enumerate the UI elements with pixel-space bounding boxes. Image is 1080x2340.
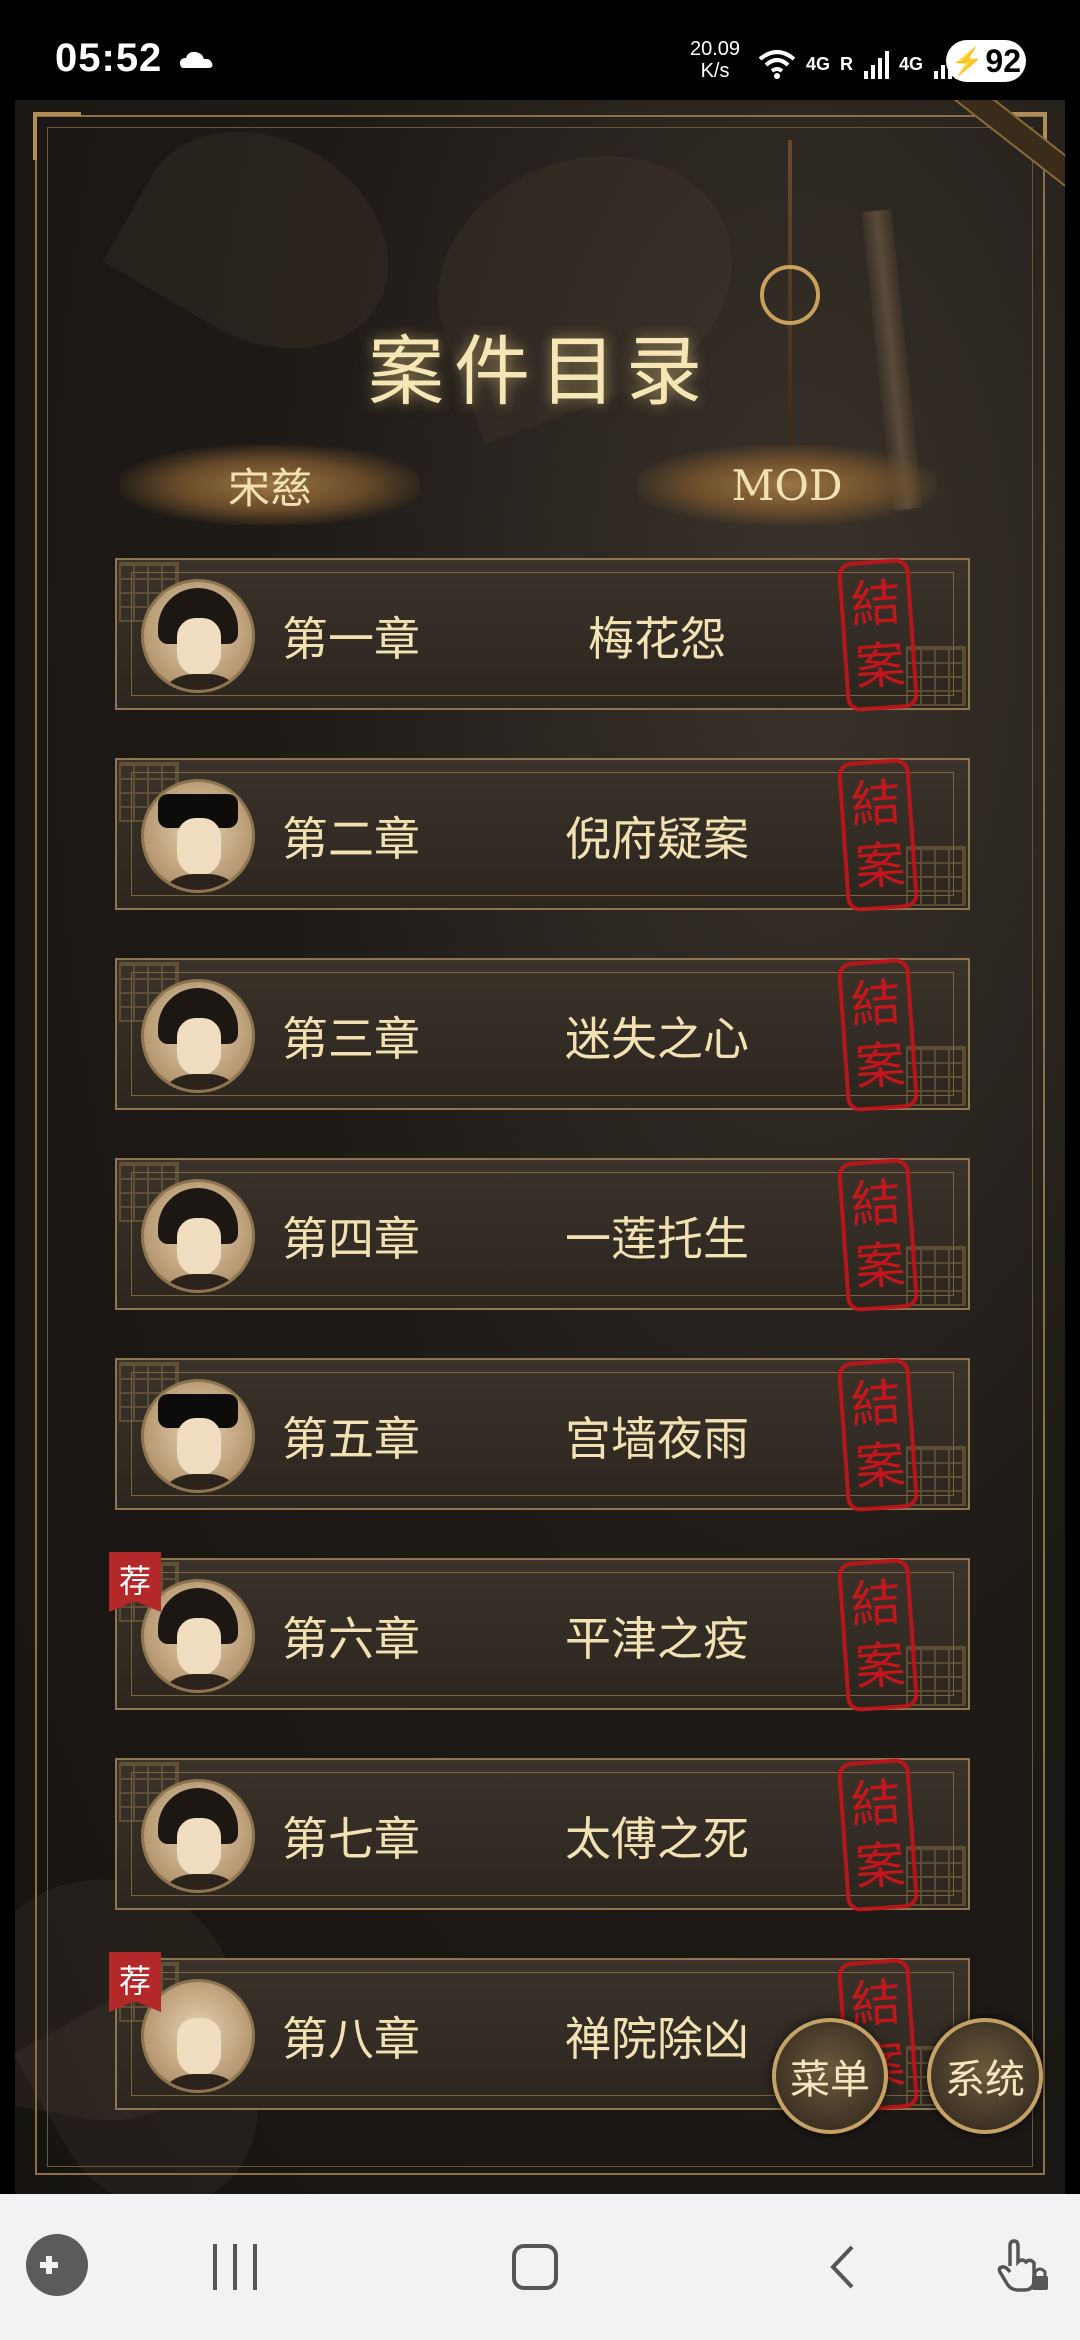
character-portrait [141, 579, 255, 693]
chapter-item[interactable]: 第三章 迷失之心 結案 [115, 957, 970, 1113]
tab-mod[interactable]: MOD [637, 445, 937, 525]
case-catalog-screen: 案件目录 宋慈 MOD 第一章 梅花怨 結案 第二章 倪府疑案 結案 第三章 迷… [15, 100, 1065, 2194]
character-portrait [141, 1179, 255, 1293]
menu-button[interactable]: 菜单 [772, 2018, 888, 2134]
status-bar: 05:52 20.09 K/s 4G R 4G ⚡ 92 [0, 0, 1080, 100]
system-button[interactable]: 系统 [927, 2018, 1043, 2134]
chapter-name: 太傅之死 [565, 1812, 749, 1866]
chapter-name: 一莲托生 [565, 1212, 749, 1266]
signal-indicators: 4G R 4G [758, 44, 960, 84]
chapter-item[interactable]: 第七章 太傅之死 結案 [115, 1757, 970, 1913]
character-portrait [141, 979, 255, 1093]
character-portrait [141, 779, 255, 893]
chapter-number: 第四章 [282, 1212, 420, 1266]
battery-level: 92 [985, 42, 1021, 79]
chapter-name: 禅院除凶 [565, 2012, 749, 2066]
case-closed-stamp: 結案 [836, 757, 920, 913]
page-title: 案件目录 [368, 327, 712, 416]
network-type-2: 4G [899, 53, 924, 74]
chapter-item[interactable]: 第一章 梅花怨 結案 [115, 557, 970, 713]
chapter-item[interactable]: 荐 第六章 平津之疫 結案 [109, 1552, 970, 1713]
chapter-name: 平津之疫 [565, 1612, 749, 1666]
character-portrait [141, 1779, 255, 1893]
chapter-item[interactable]: 第四章 一莲托生 結案 [115, 1157, 970, 1313]
back-button[interactable] [828, 2244, 856, 2290]
case-closed-stamp: 結案 [836, 1757, 920, 1913]
chapter-name: 倪府疑案 [565, 812, 749, 866]
chapter-number: 第三章 [282, 1012, 420, 1066]
chapter-number: 第六章 [282, 1612, 420, 1666]
chapter-number: 第八章 [282, 2012, 420, 2066]
chapter-name: 迷失之心 [565, 1012, 749, 1066]
network-type-1: 4G [806, 53, 831, 74]
case-closed-stamp: 結案 [836, 557, 920, 713]
signal-bars-icon [864, 51, 890, 79]
touch-lock-icon[interactable] [992, 2236, 1052, 2296]
network-speed: 20.09 K/s [690, 38, 741, 82]
frame-corner [33, 112, 81, 160]
wifi-icon [758, 50, 796, 79]
case-closed-stamp: 結案 [836, 1357, 920, 1513]
clock: 05:52 [55, 36, 163, 80]
chapter-number: 第二章 [282, 812, 420, 866]
roaming-indicator: R [840, 53, 854, 74]
charging-icon: ⚡ [951, 45, 984, 76]
chapter-number: 第七章 [282, 1812, 420, 1866]
game-tools-icon[interactable] [26, 2234, 96, 2311]
character-portrait [141, 1379, 255, 1493]
tab-songci[interactable]: 宋慈 [120, 445, 420, 525]
chapter-name: 梅花怨 [588, 612, 726, 666]
case-closed-stamp: 結案 [836, 1557, 920, 1713]
navigation-bar [0, 2194, 1080, 2340]
chapter-name: 宫墙夜雨 [565, 1412, 749, 1466]
case-closed-stamp: 結案 [836, 1157, 920, 1313]
case-closed-stamp: 結案 [836, 957, 920, 1113]
chapter-number: 第五章 [282, 1412, 420, 1466]
chapter-item[interactable]: 第五章 宫墙夜雨 結案 [115, 1357, 970, 1513]
recent-apps-button[interactable] [213, 2244, 257, 2290]
weather-icon [180, 51, 213, 68]
battery-indicator: ⚡ 92 [946, 40, 1026, 82]
home-button[interactable] [512, 2244, 558, 2290]
chapter-item[interactable]: 第二章 倪府疑案 結案 [115, 757, 970, 913]
chapter-number: 第一章 [282, 612, 420, 666]
